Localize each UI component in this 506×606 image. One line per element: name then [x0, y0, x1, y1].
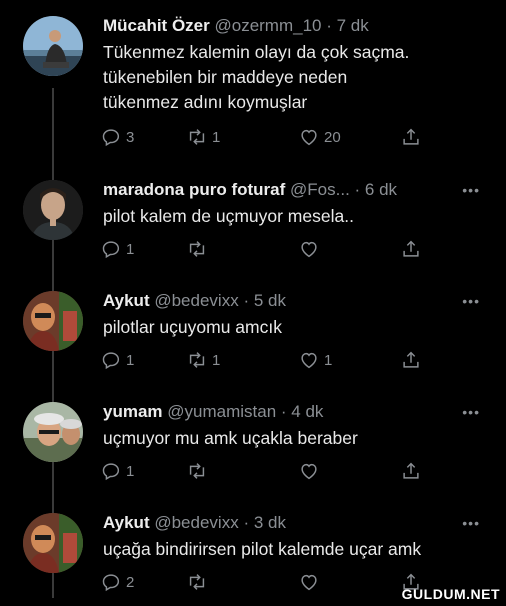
- tweet-header: maradona puro foturaf @Fos... · 6 dk: [103, 180, 397, 200]
- tweet-text: uçağa bindirirsen pilot kalemde uçar amk: [103, 539, 422, 559]
- avatar[interactable]: [23, 291, 83, 351]
- share-button[interactable]: [400, 238, 422, 260]
- timestamp[interactable]: · 5 dk: [243, 291, 286, 310]
- watermark: GULDUM.NET: [401, 586, 500, 602]
- tweet-header: Mücahit Özer @ozermm_10 · 7 dk: [103, 16, 369, 36]
- display-name[interactable]: maradona puro foturaf: [103, 180, 285, 199]
- timestamp[interactable]: · 4 dk: [281, 402, 324, 421]
- reply-button[interactable]: 1: [100, 238, 134, 260]
- like-icon: [301, 574, 317, 591]
- tweet-header: yumam @yumamistan · 4 dk: [103, 402, 323, 422]
- display-name[interactable]: Aykut: [103, 291, 150, 310]
- tweet-header: Aykut @bedevixx · 3 dk: [103, 513, 286, 533]
- like-icon: [301, 129, 317, 146]
- tweet-text: uçmuyor mu amk uçakla beraber: [103, 428, 358, 448]
- reply-count: 1: [126, 351, 135, 369]
- share-icon: [403, 462, 419, 479]
- retweet-icon: [189, 129, 205, 145]
- handle[interactable]: @ozermm_10: [214, 16, 321, 35]
- share-icon: [403, 351, 419, 368]
- timestamp[interactable]: · 7 dk: [326, 16, 369, 35]
- reply-icon: [102, 574, 120, 592]
- share-button[interactable]: [400, 349, 422, 371]
- timestamp[interactable]: · 3 dk: [243, 513, 286, 532]
- tweet-actions: 1 1 1: [100, 349, 430, 373]
- like-button[interactable]: [298, 238, 324, 260]
- like-button[interactable]: 20: [298, 126, 341, 148]
- share-button[interactable]: [400, 126, 422, 148]
- more-icon[interactable]: •••: [462, 182, 480, 198]
- avatar[interactable]: [23, 180, 83, 240]
- retweet-button[interactable]: 1: [186, 349, 220, 371]
- handle[interactable]: @Fos...: [290, 180, 350, 199]
- avatar[interactable]: [23, 402, 83, 462]
- retweet-icon: [189, 574, 205, 590]
- reply-count: 1: [126, 462, 135, 480]
- display-name[interactable]: Mücahit Özer: [103, 16, 210, 35]
- reply-count: 1: [126, 240, 135, 258]
- reply-button[interactable]: 1: [100, 349, 134, 371]
- share-icon: [403, 240, 419, 257]
- like-button[interactable]: [298, 460, 324, 482]
- retweet-icon: [189, 352, 205, 368]
- reply-button[interactable]: 1: [100, 460, 134, 482]
- retweet-button[interactable]: [186, 238, 212, 260]
- retweet-button[interactable]: 1: [186, 126, 220, 148]
- handle[interactable]: @bedevixx: [154, 291, 238, 310]
- reply-count: 3: [126, 128, 135, 146]
- more-icon[interactable]: •••: [462, 515, 480, 531]
- avatar[interactable]: [23, 16, 83, 76]
- timestamp[interactable]: · 6 dk: [355, 180, 398, 199]
- like-button[interactable]: [298, 571, 324, 593]
- like-icon: [301, 352, 317, 369]
- retweet-count: 1: [212, 128, 221, 146]
- tweet-actions: 3 1 20: [100, 126, 430, 150]
- tweet-actions: 2: [100, 571, 430, 595]
- display-name[interactable]: yumam: [103, 402, 163, 421]
- like-count: 1: [324, 351, 333, 369]
- reply-icon: [102, 463, 120, 481]
- display-name[interactable]: Aykut: [103, 513, 150, 532]
- retweet-button[interactable]: [186, 460, 212, 482]
- like-button[interactable]: 1: [298, 349, 332, 371]
- reply-icon: [102, 352, 120, 370]
- tweet-actions: 1: [100, 460, 430, 484]
- share-button[interactable]: [400, 460, 422, 482]
- reply-count: 2: [126, 573, 135, 591]
- retweet-count: 1: [212, 351, 221, 369]
- more-icon[interactable]: •••: [462, 293, 480, 309]
- retweet-icon: [189, 463, 205, 479]
- more-icon[interactable]: •••: [462, 404, 480, 420]
- handle[interactable]: @bedevixx: [154, 513, 238, 532]
- retweet-icon: [189, 241, 205, 257]
- avatar[interactable]: [23, 513, 83, 573]
- tweet-text: Tükenmez kalemin olayı da çok saçma. tük…: [103, 42, 410, 112]
- tweet-text: pilot kalem de uçmuyor mesela..: [103, 206, 354, 226]
- reply-button[interactable]: 3: [100, 126, 134, 148]
- retweet-button[interactable]: [186, 571, 212, 593]
- handle[interactable]: @yumamistan: [167, 402, 276, 421]
- share-icon: [403, 128, 419, 145]
- like-icon: [301, 241, 317, 258]
- tweet-header: Aykut @bedevixx · 5 dk: [103, 291, 286, 311]
- tweet-text: pilotlar uçuyomu amcık: [103, 317, 282, 337]
- reply-icon: [102, 241, 120, 259]
- reply-icon: [102, 129, 120, 147]
- like-count: 20: [324, 128, 341, 146]
- tweet-actions: 1: [100, 238, 430, 262]
- like-icon: [301, 463, 317, 480]
- reply-button[interactable]: 2: [100, 571, 134, 593]
